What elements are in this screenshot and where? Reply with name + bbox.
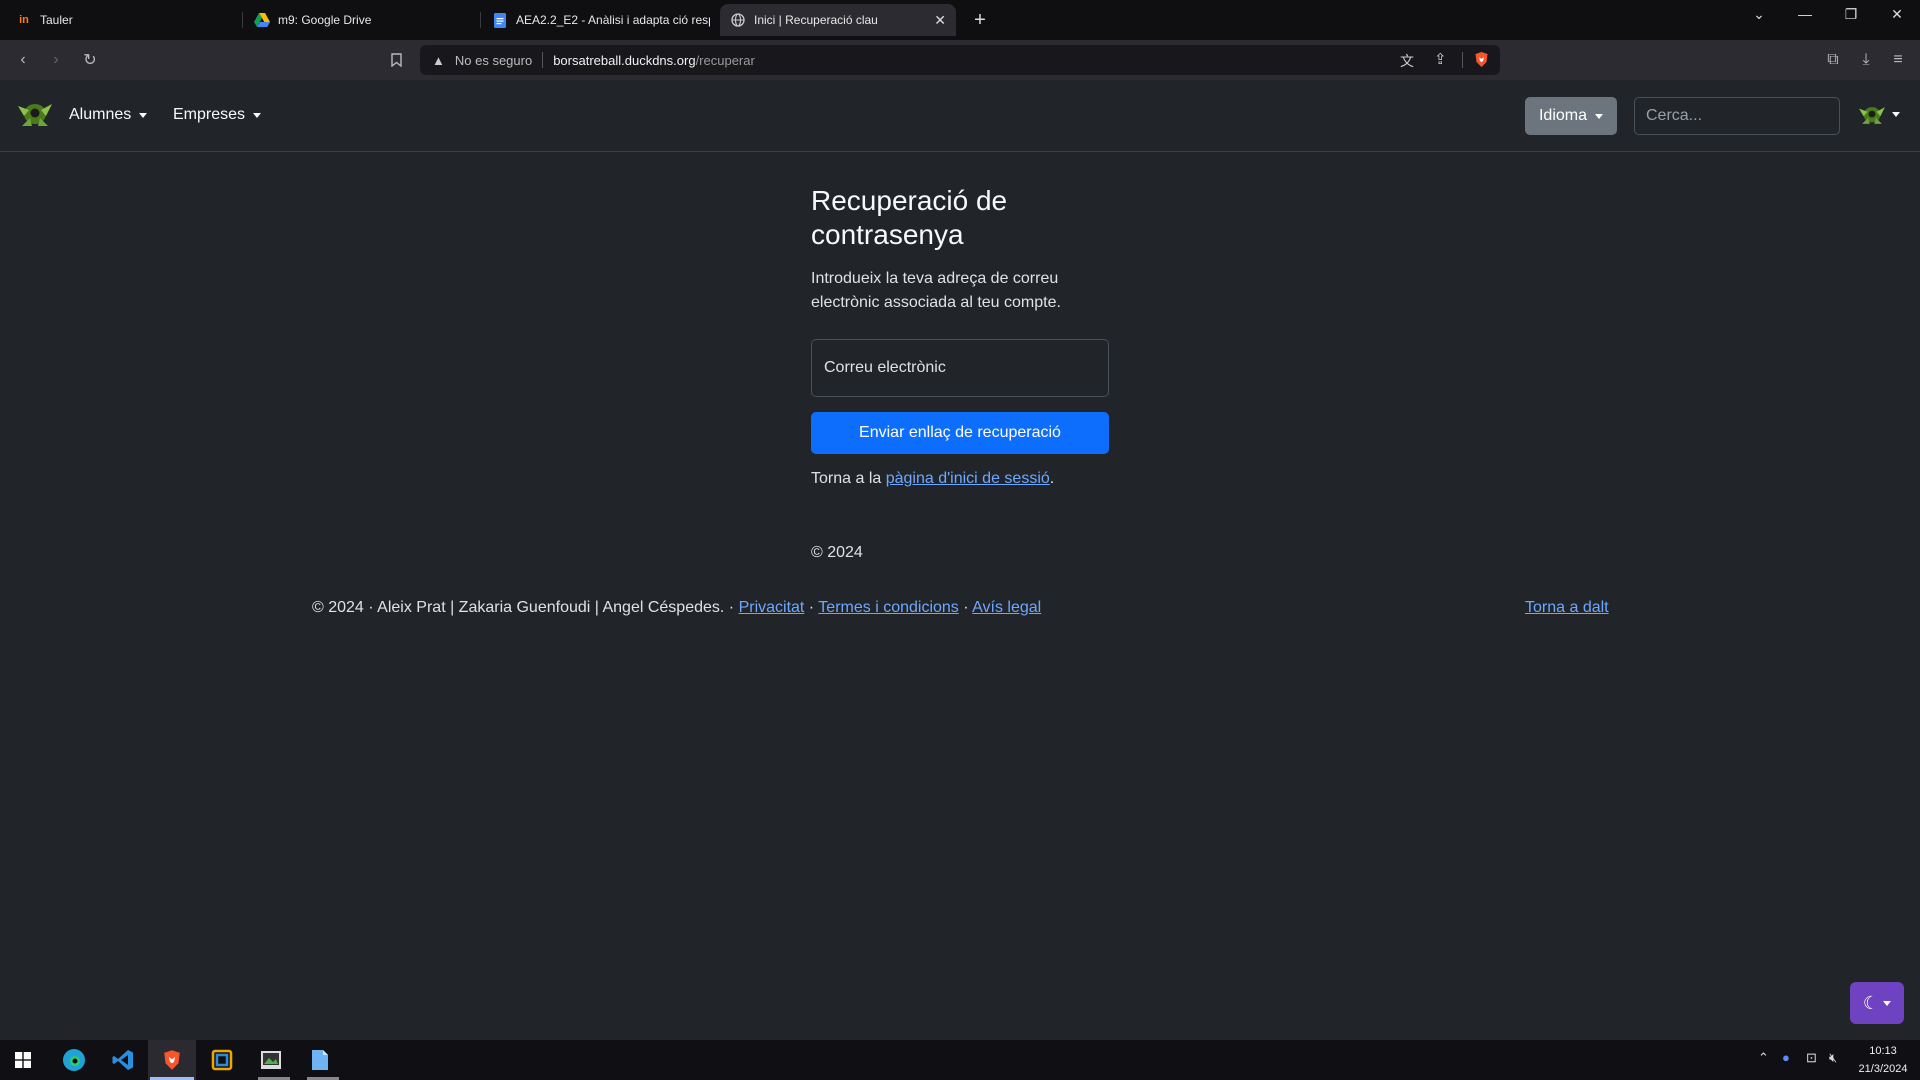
- idioma-label: Idioma: [1538, 107, 1588, 124]
- search-input[interactable]: [1634, 97, 1840, 135]
- tab-list-chevron-icon[interactable]: ⌄: [1736, 0, 1782, 28]
- tab-recuperacio-clau[interactable]: Inici | Recuperació clau ✕: [720, 4, 956, 36]
- theme-toggle-button[interactable]: ☾: [1850, 982, 1904, 1024]
- back-prefix: Torna a la: [811, 470, 886, 487]
- login-page-link[interactable]: pàgina d'inici de sessió: [886, 470, 1050, 487]
- back-suffix: .: [1049, 470, 1055, 487]
- page-title: Recuperació de contrasenya: [811, 185, 1008, 250]
- downloads-icon[interactable]: ⤓: [1854, 48, 1878, 72]
- email-field[interactable]: [811, 339, 1109, 397]
- nav-dropdown-alumnes[interactable]: Alumnes: [69, 106, 148, 124]
- forward-icon[interactable]: ›: [44, 48, 68, 72]
- url-path: /recuperar: [695, 52, 755, 68]
- google-drive-icon: [254, 12, 270, 28]
- brave-browser-icon[interactable]: [158, 1046, 186, 1074]
- nav-label: Alumnes: [69, 106, 132, 123]
- url-divider: [542, 52, 544, 68]
- browser-tab-strip: in Tauler m9: Google Drive AEA2.2_E2 - A…: [0, 0, 1920, 40]
- translate-icon[interactable]: 文: [1400, 51, 1414, 71]
- privacy-link[interactable]: Privacitat: [739, 599, 805, 616]
- tab-title: Inici | Recuperació clau: [754, 13, 878, 27]
- new-tab-icon[interactable]: +: [968, 8, 992, 32]
- instructions-text: Introdueix la teva adreça de correu elec…: [811, 270, 1061, 311]
- globe-icon: [730, 12, 746, 28]
- caret-down-icon: [1892, 111, 1900, 117]
- clock-time: 10:13: [1869, 1045, 1897, 1057]
- extensions-icon[interactable]: ⧉: [1821, 48, 1845, 72]
- tab-google-docs[interactable]: AEA2.2_E2 - Anàlisi i adapta ció resp: [482, 4, 710, 36]
- not-secure-label[interactable]: No es seguro: [455, 53, 532, 68]
- tab-title: m9: Google Drive: [278, 13, 372, 27]
- tab-title: AEA2.2_E2 - Anàlisi i adapta ció resp: [516, 13, 710, 27]
- tab-separator: [480, 12, 481, 28]
- tab-tauler[interactable]: in Tauler: [6, 4, 236, 36]
- back-icon[interactable]: ‹: [11, 48, 35, 72]
- user-menu-dropdown[interactable]: [1856, 100, 1900, 128]
- minimize-icon[interactable]: —: [1782, 0, 1828, 28]
- restore-icon[interactable]: ❐: [1828, 0, 1874, 28]
- volume-muted-icon[interactable]: 🔇︎: [1829, 1050, 1837, 1066]
- menu-icon[interactable]: ≡: [1886, 48, 1910, 72]
- tab-title: Tauler: [40, 13, 73, 27]
- site-logo-icon[interactable]: [14, 96, 56, 135]
- caret-down-icon: [139, 112, 148, 118]
- terms-link[interactable]: Termes i condicions: [818, 599, 959, 616]
- google-docs-icon: [492, 12, 508, 28]
- close-window-icon[interactable]: ✕: [1874, 0, 1920, 28]
- nav-label: Empreses: [173, 106, 246, 123]
- network-icon[interactable]: ⊡: [1806, 1050, 1817, 1066]
- tray-app-icon[interactable]: ●: [1782, 1050, 1790, 1065]
- bookmark-icon[interactable]: [384, 48, 408, 72]
- language-dropdown-button[interactable]: Idioma: [1525, 97, 1617, 135]
- site-navbar: Alumnes Empreses: [0, 80, 1920, 152]
- tauler-favicon-icon: in: [19, 14, 29, 26]
- footer-separator: ·: [804, 599, 819, 616]
- caret-down-icon: [253, 112, 262, 118]
- back-to-login-text: Torna a la pàgina d'inici de sessió.: [811, 470, 1054, 488]
- tray-chevron-up-icon[interactable]: ⌃: [1758, 1050, 1769, 1066]
- caret-down-icon: [1883, 1000, 1892, 1006]
- close-tab-icon[interactable]: ✕: [934, 12, 946, 29]
- clock-date: 21/3/2024: [1858, 1063, 1908, 1075]
- url-host: borsatreball.duckdns.org: [553, 52, 696, 68]
- send-recovery-link-button[interactable]: Enviar enllaç de recuperació: [811, 412, 1109, 454]
- back-to-top-link[interactable]: Torna a dalt: [1525, 599, 1609, 617]
- legal-notice-link[interactable]: Avís legal: [972, 599, 1041, 616]
- notepad-icon[interactable]: [306, 1046, 334, 1074]
- address-bar[interactable]: ▲ No es seguro borsatreball.duckdns.org /…: [420, 45, 1500, 75]
- edge-browser-icon[interactable]: [60, 1046, 88, 1074]
- warning-icon[interactable]: ▲: [432, 53, 445, 68]
- tab-google-drive[interactable]: m9: Google Drive: [244, 4, 474, 36]
- tab-separator: [242, 12, 243, 28]
- url-divider: [1462, 52, 1463, 68]
- windows-taskbar: [0, 1040, 1920, 1080]
- site-footer: © 2024 · Aleix Prat | Zakaria Guenfoudi …: [312, 599, 1041, 617]
- taskbar-clock[interactable]: 10:13 21/3/2024: [1852, 1042, 1914, 1078]
- virtualbox-icon[interactable]: [208, 1046, 236, 1074]
- copyright-text: © 2024: [811, 544, 863, 561]
- footer-credits: © 2024 · Aleix Prat | Zakaria Guenfoudi …: [312, 599, 739, 616]
- share-icon[interactable]: ⇪: [1434, 50, 1447, 68]
- windows-start-icon[interactable]: [9, 1046, 37, 1074]
- caret-down-icon: [1595, 113, 1604, 119]
- vscode-icon[interactable]: [109, 1046, 137, 1074]
- user-avatar-icon: [1859, 107, 1885, 124]
- nav-dropdown-empreses[interactable]: Empreses: [173, 106, 262, 124]
- image-viewer-icon[interactable]: [257, 1046, 285, 1074]
- footer-separator: ·: [958, 599, 973, 616]
- moon-icon: ☾: [1862, 992, 1880, 1013]
- reload-icon[interactable]: ↻: [78, 48, 102, 72]
- brave-shield-icon[interactable]: [1474, 51, 1489, 71]
